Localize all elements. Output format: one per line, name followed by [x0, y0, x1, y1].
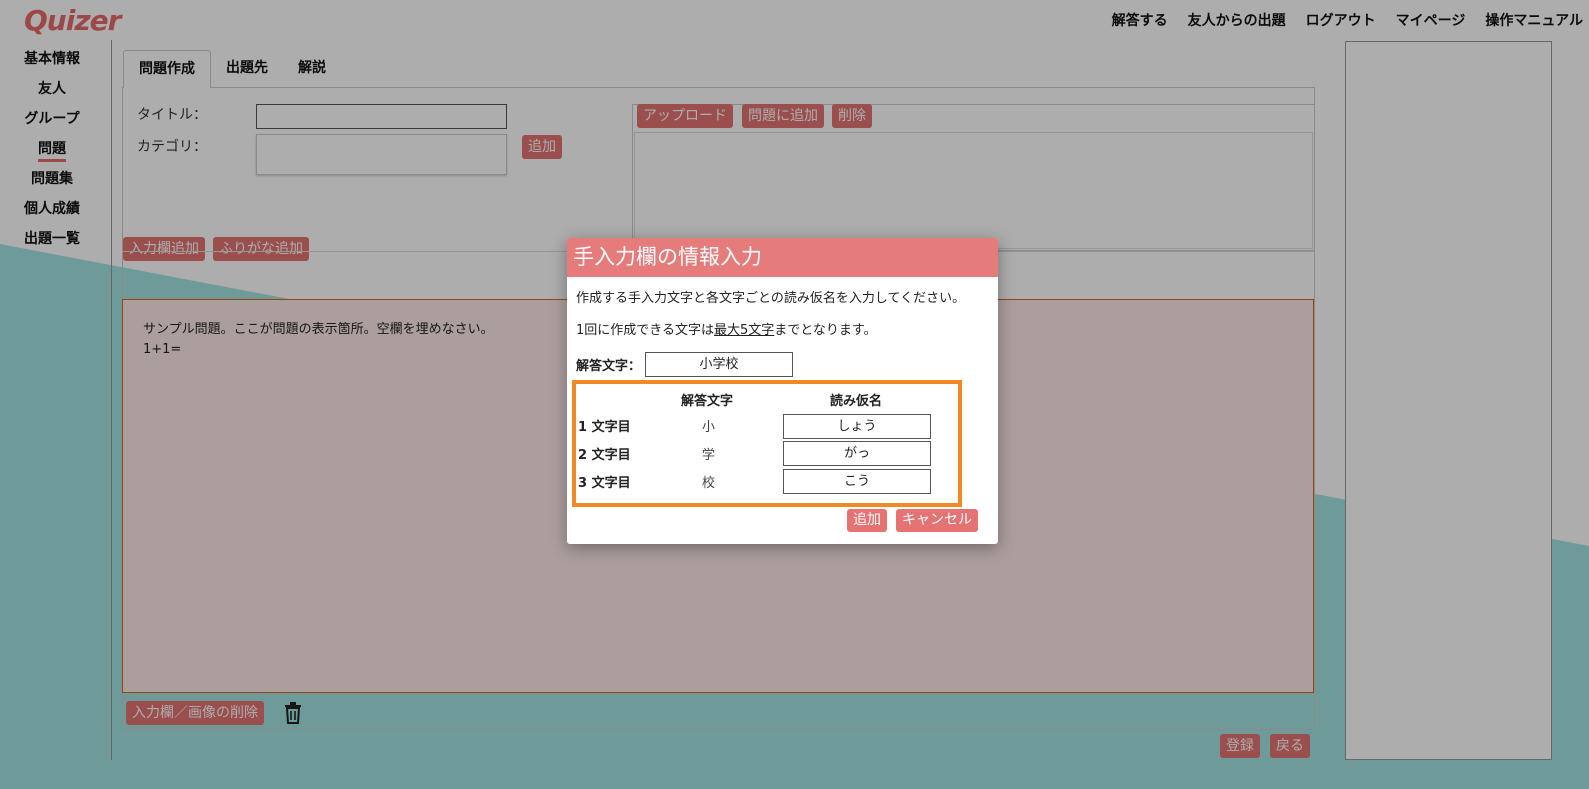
answer-input[interactable]: 小学校 [645, 351, 794, 377]
row-label: 3 文字目 [578, 476, 631, 491]
limit-note-suffix: までとなります。 [774, 323, 877, 338]
reading-input[interactable]: しょう [783, 414, 931, 439]
row-char: 学 [702, 448, 716, 463]
dialog-title: 手入力欄の情報入力 [567, 238, 998, 277]
dialog-limit-note: 1回に作成できる文字は最大5文字までとなります。 [576, 315, 989, 347]
dialog-add-button[interactable]: 追加 [847, 509, 887, 532]
answer-label: 解答文字： [576, 358, 642, 374]
row-label: 2 文字目 [578, 448, 631, 463]
dialog-cancel-button[interactable]: キャンセル [896, 509, 978, 532]
row-label: 1 文字目 [578, 420, 631, 435]
input-info-dialog: 手入力欄の情報入力 作成する手入力文字と各文字ごとの読み仮名を入力してください。… [567, 238, 998, 544]
limit-note-prefix: 1回に作成できる文字は [576, 323, 715, 338]
dialog-description: 作成する手入力文字と各文字ごとの読み仮名を入力してください。 [576, 291, 966, 306]
reading-input[interactable]: こう [783, 469, 931, 494]
row-char: 小 [702, 420, 716, 435]
column-header-char: 解答文字 [681, 394, 734, 409]
row-char: 校 [702, 476, 716, 491]
column-header-reading: 読み仮名 [830, 394, 883, 409]
limit-note-emphasis: 最大5文字 [714, 323, 775, 338]
answer-row: 解答文字： 小学校 [576, 351, 989, 377]
reading-input[interactable]: がっ [783, 441, 931, 466]
